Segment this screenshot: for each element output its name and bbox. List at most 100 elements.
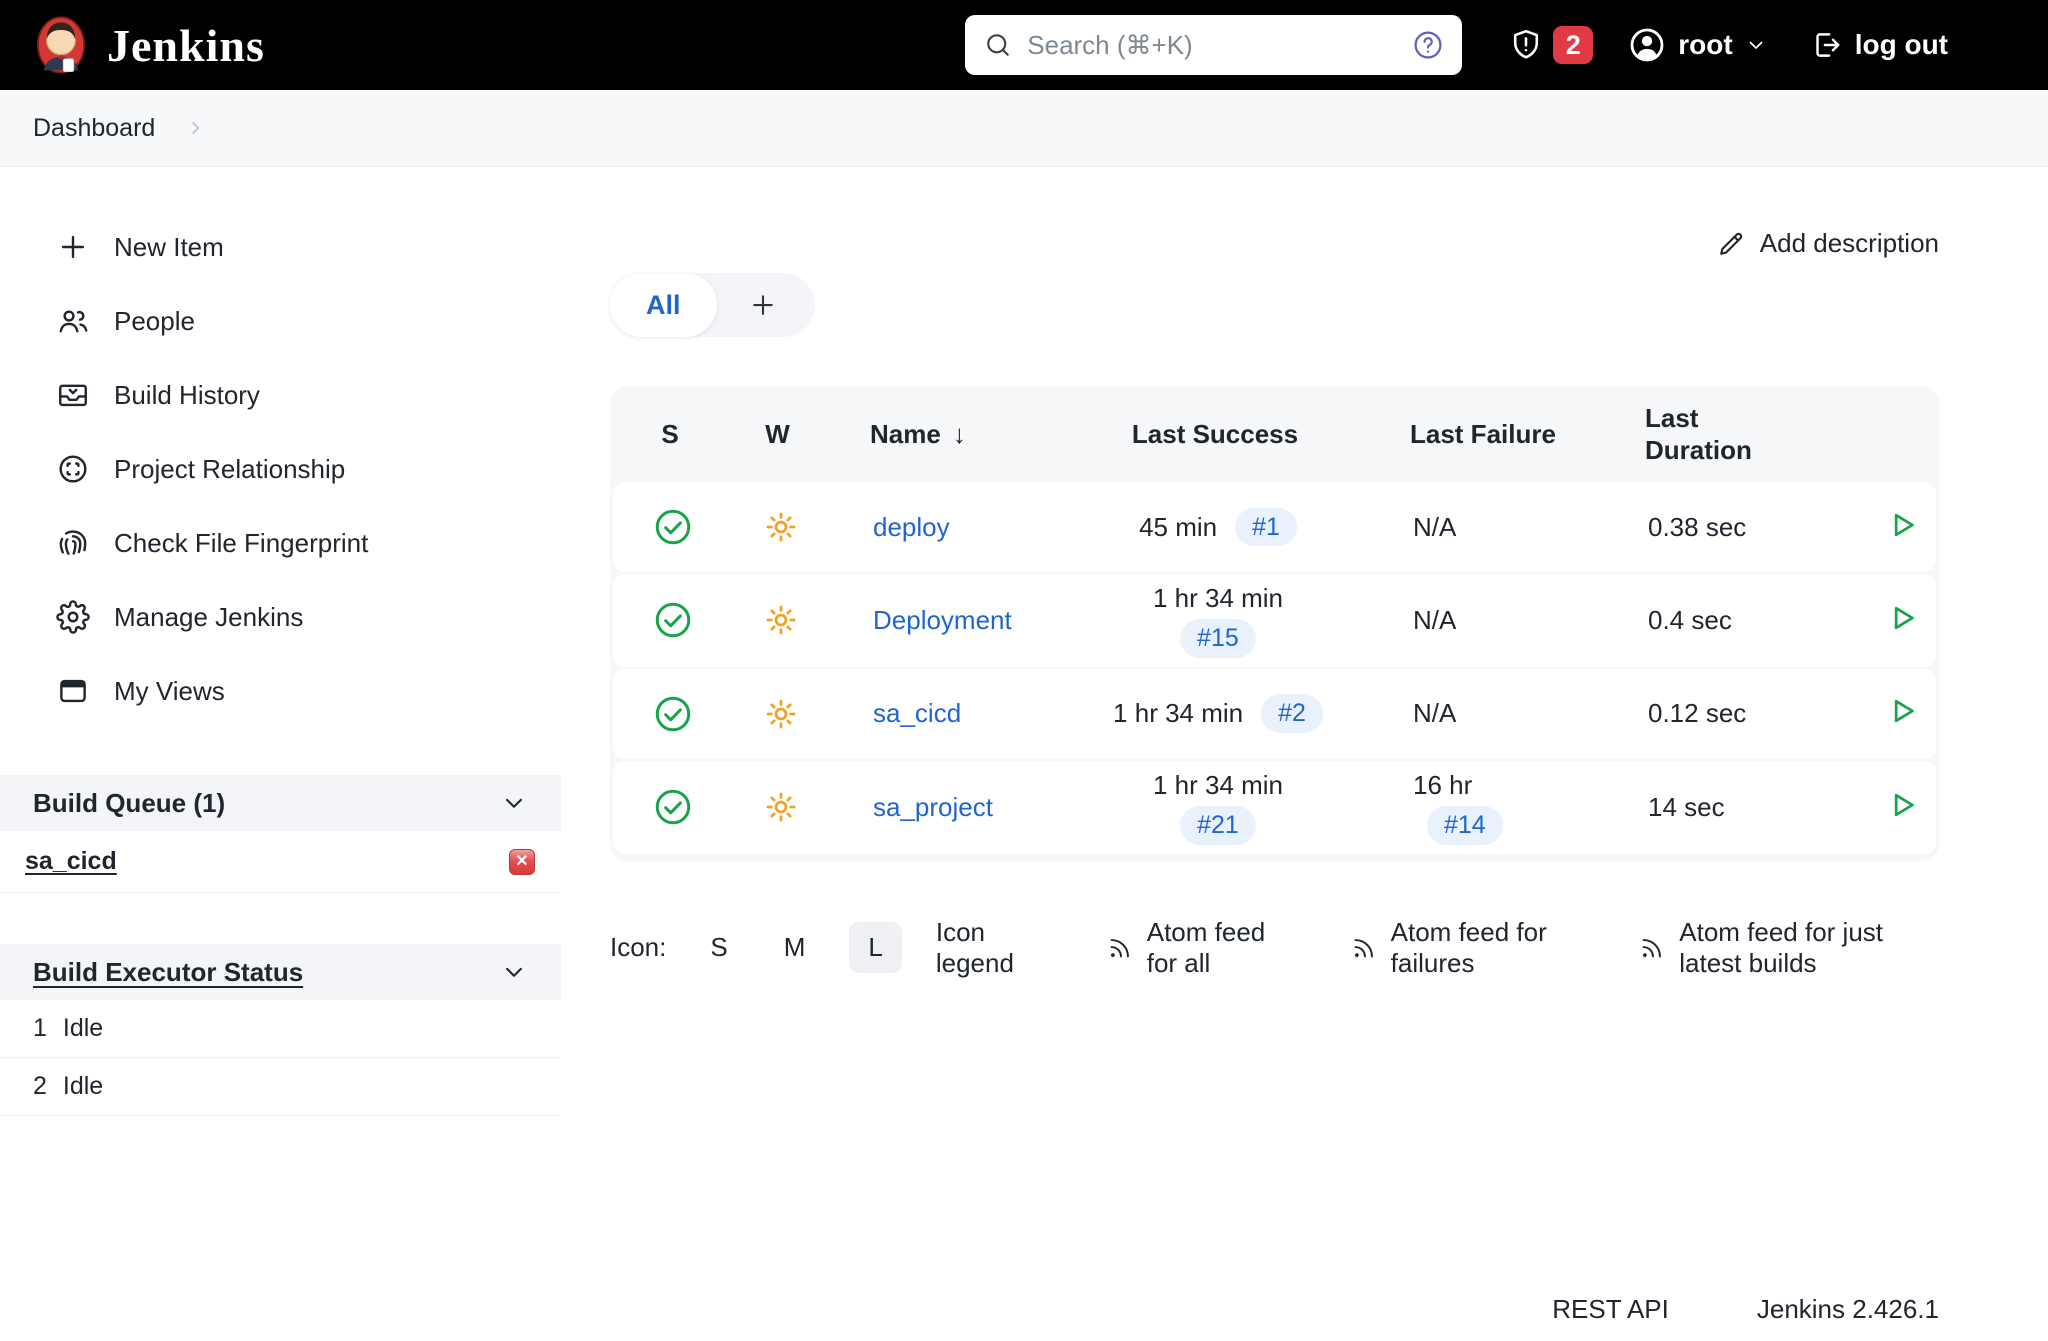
column-header-last-duration[interactable]: Last Duration bbox=[1615, 402, 1775, 467]
job-link[interactable]: sa_project bbox=[873, 792, 993, 822]
logout-button[interactable]: log out bbox=[1810, 28, 1948, 62]
search-bar[interactable] bbox=[965, 15, 1463, 75]
sidebar-item-label: Build History bbox=[114, 379, 260, 410]
page-layout: New Item People Build History Project Re… bbox=[0, 167, 2048, 1341]
sidebar-item-project-relationship[interactable]: Project Relationship bbox=[0, 432, 561, 506]
run-build-button[interactable] bbox=[1883, 692, 1921, 735]
build-number-badge[interactable]: #14 bbox=[1427, 805, 1503, 845]
last-failure-value: N/A bbox=[1413, 604, 1457, 635]
plus-icon bbox=[748, 290, 778, 320]
cancel-build-icon[interactable]: ✕ bbox=[509, 848, 535, 875]
build-queue-title: Build Queue (1) bbox=[33, 787, 226, 818]
top-bar: Jenkins 2 root log out bbox=[0, 0, 2048, 90]
rss-icon bbox=[1350, 934, 1378, 962]
last-duration-value: 0.4 sec bbox=[1648, 604, 1732, 635]
queued-job-link[interactable]: sa_cicd bbox=[25, 847, 117, 876]
status-success-icon[interactable] bbox=[652, 599, 694, 641]
sidebar-item-build-history[interactable]: Build History bbox=[0, 358, 561, 432]
executor-number: 2 bbox=[33, 1072, 47, 1100]
build-number-badge[interactable]: #15 bbox=[1180, 619, 1256, 658]
view-tabs: All bbox=[610, 273, 815, 337]
search-input[interactable] bbox=[1027, 29, 1399, 61]
table-row: sa_cicd 1 hr 34 min #2 N/A 0.12 sec bbox=[613, 668, 1936, 759]
status-success-icon[interactable] bbox=[652, 506, 694, 548]
table-row: sa_project 1 hr 34 min #21 16 hr #14 14 … bbox=[613, 760, 1936, 854]
notification-count-badge: 2 bbox=[1553, 26, 1594, 64]
icon-legend-link[interactable]: Icon legend bbox=[936, 917, 1040, 979]
logout-label: log out bbox=[1854, 29, 1948, 60]
main-content: Add description All S W Name ↓ Last Succ… bbox=[561, 167, 2048, 1341]
status-success-icon[interactable] bbox=[652, 786, 694, 828]
table-row: deploy 45 min #1 N/A 0.38 sec bbox=[613, 482, 1936, 572]
rest-api-link[interactable]: REST API bbox=[1552, 1294, 1669, 1325]
user-menu-button[interactable]: root bbox=[1627, 25, 1767, 65]
table-footer-links: Icon: S M L Icon legend Atom feed for al… bbox=[610, 917, 1939, 979]
collapse-chevron-icon[interactable] bbox=[499, 957, 529, 987]
sidebar-item-my-views[interactable]: My Views bbox=[0, 654, 561, 728]
weather-sun-icon[interactable] bbox=[761, 787, 801, 827]
logout-icon bbox=[1810, 28, 1844, 62]
icon-size-medium-button[interactable]: M bbox=[772, 924, 818, 971]
sidebar-item-label: New Item bbox=[114, 231, 224, 262]
sidebar-item-check-file-fingerprint[interactable]: Check File Fingerprint bbox=[0, 506, 561, 580]
last-failure-value: 16 hr bbox=[1413, 769, 1473, 800]
search-help-icon[interactable] bbox=[1412, 29, 1444, 61]
executor-row: 2 Idle bbox=[0, 1058, 561, 1116]
atom-feed-all-link[interactable]: Atom feed for all bbox=[1106, 917, 1284, 979]
run-build-button[interactable] bbox=[1883, 786, 1921, 829]
breadcrumb-dashboard-link[interactable]: Dashboard bbox=[33, 114, 155, 143]
weather-sun-icon[interactable] bbox=[761, 507, 801, 547]
jenkins-home-link[interactable]: Jenkins bbox=[33, 15, 265, 75]
shield-warning-icon bbox=[1508, 27, 1544, 63]
sidebar-item-new-item[interactable]: New Item bbox=[0, 210, 561, 284]
column-header-last-failure[interactable]: Last Failure bbox=[1355, 419, 1615, 450]
job-link[interactable]: Deployment bbox=[873, 605, 1012, 635]
last-success-value: 1 hr 34 min bbox=[1152, 583, 1284, 613]
security-alerts-button[interactable]: 2 bbox=[1508, 26, 1594, 64]
atom-feed-latest-link[interactable]: Atom feed for just latest builds bbox=[1638, 917, 1939, 979]
sidebar-item-manage-jenkins[interactable]: Manage Jenkins bbox=[0, 580, 561, 654]
column-header-weather[interactable]: W bbox=[765, 419, 790, 450]
new-view-button[interactable] bbox=[717, 273, 809, 337]
build-number-badge[interactable]: #2 bbox=[1261, 694, 1323, 734]
build-executor-header: Build Executor Status bbox=[0, 944, 561, 1000]
weather-sun-icon[interactable] bbox=[761, 600, 801, 640]
breadcrumb-chevron-icon bbox=[192, 122, 200, 134]
sidebar-item-label: People bbox=[114, 305, 195, 336]
last-failure-value: N/A bbox=[1413, 511, 1457, 542]
build-queue-panel: Build Queue (1) sa_cicd ✕ bbox=[0, 775, 561, 893]
build-executor-title-link[interactable]: Build Executor Status bbox=[33, 957, 303, 988]
executor-status: Idle bbox=[62, 1072, 104, 1100]
job-link[interactable]: sa_cicd bbox=[873, 698, 961, 728]
icon-size-small-button[interactable]: S bbox=[698, 924, 739, 971]
table-row: Deployment 1 hr 34 min #15 N/A 0.4 sec bbox=[613, 574, 1936, 667]
last-failure-value: N/A bbox=[1413, 698, 1457, 729]
tab-all[interactable]: All bbox=[610, 273, 717, 337]
icon-size-large-button[interactable]: L bbox=[849, 922, 902, 973]
build-number-badge[interactable]: #1 bbox=[1235, 507, 1297, 547]
last-duration-value: 14 sec bbox=[1648, 791, 1725, 822]
gear-icon bbox=[56, 600, 90, 634]
last-duration-value: 0.12 sec bbox=[1648, 698, 1747, 729]
last-success-value: 45 min bbox=[1139, 511, 1218, 542]
sidebar-item-label: Check File Fingerprint bbox=[114, 527, 369, 558]
jenkins-butler-logo-icon bbox=[37, 16, 85, 74]
status-success-icon[interactable] bbox=[652, 693, 694, 735]
collapse-chevron-icon[interactable] bbox=[499, 788, 529, 818]
atom-feed-failures-link[interactable]: Atom feed for failures bbox=[1350, 917, 1573, 979]
run-build-button[interactable] bbox=[1883, 599, 1921, 642]
build-number-badge[interactable]: #21 bbox=[1180, 805, 1256, 845]
job-link[interactable]: deploy bbox=[873, 512, 950, 542]
column-header-status[interactable]: S bbox=[661, 419, 678, 450]
jenkins-version: Jenkins 2.426.1 bbox=[1756, 1294, 1939, 1324]
rss-icon bbox=[1638, 934, 1666, 962]
column-header-last-success[interactable]: Last Success bbox=[1132, 419, 1298, 450]
weather-sun-icon[interactable] bbox=[761, 694, 801, 734]
top-controls: 2 root log out bbox=[1508, 25, 1948, 65]
run-build-button[interactable] bbox=[1883, 506, 1921, 549]
executor-status: Idle bbox=[62, 1014, 104, 1042]
add-description-label: Add description bbox=[1759, 228, 1939, 258]
add-description-button[interactable]: Add description bbox=[610, 228, 1939, 259]
sidebar-item-people[interactable]: People bbox=[0, 284, 561, 358]
column-header-name[interactable]: Name ↓ bbox=[825, 419, 1075, 450]
